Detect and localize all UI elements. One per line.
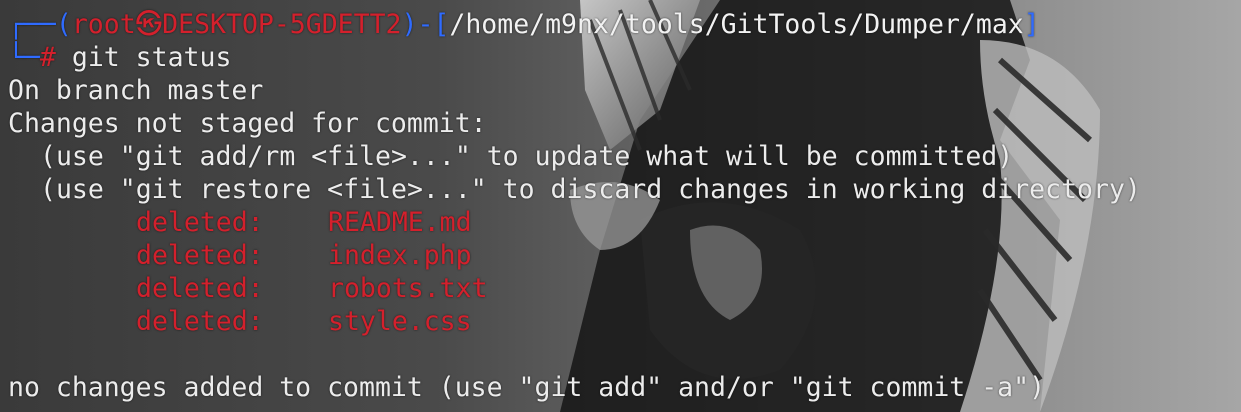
deleted-label: deleted: bbox=[136, 273, 264, 304]
hint-line-1: (use "git add/rm <file>..." to update wh… bbox=[40, 141, 1014, 172]
deleted-file-name: index.php bbox=[328, 240, 472, 271]
prompt-open-paren: ( bbox=[55, 9, 72, 40]
terminal-window[interactable]: ┌──(root㉿DESKTOP-5GDETT2)-[/home/m9nx/to… bbox=[0, 0, 1241, 412]
deleted-label: deleted: bbox=[136, 207, 264, 238]
deleted-file-name: style.css bbox=[328, 306, 472, 337]
hint-line-2: (use "git restore <file>..." to discard … bbox=[40, 174, 1141, 205]
deleted-file-name: robots.txt bbox=[328, 273, 488, 304]
terminal-output: ┌──(root㉿DESKTOP-5GDETT2)-[/home/m9nx/to… bbox=[8, 8, 1233, 404]
prompt-close-paren: )-[ bbox=[401, 9, 450, 40]
prompt-hash: # bbox=[39, 42, 56, 73]
prompt-user: root bbox=[71, 9, 136, 40]
command-line[interactable]: └─# git status bbox=[8, 41, 1233, 74]
deleted-file-row: deleted: style.css bbox=[8, 305, 1233, 338]
branch-line: On branch master bbox=[8, 75, 264, 106]
prompt-close-bracket: ] bbox=[1023, 9, 1040, 40]
prompt-host: DESKTOP-5GDETT2 bbox=[162, 9, 402, 40]
deleted-file-row: deleted: index.php bbox=[8, 239, 1233, 272]
deleted-file-row: deleted: README.md bbox=[8, 206, 1233, 239]
deleted-file-name: README.md bbox=[328, 207, 472, 238]
prompt-host-symbol: ㉿ bbox=[135, 9, 163, 40]
deleted-label: deleted: bbox=[136, 306, 264, 337]
prompt-path: /home/m9nx/tools/GitTools/Dumper/max bbox=[449, 9, 1024, 40]
prompt-corner-bottom: └─ bbox=[8, 42, 40, 73]
deleted-file-row: deleted: robots.txt bbox=[8, 272, 1233, 305]
footer-line: no changes added to commit (use "git add… bbox=[8, 372, 1046, 403]
command-text: git status bbox=[71, 42, 232, 73]
prompt-corner-top: ┌── bbox=[8, 9, 56, 40]
changes-header: Changes not staged for commit: bbox=[8, 108, 487, 139]
deleted-label: deleted: bbox=[136, 240, 264, 271]
prompt-line: ┌──(root㉿DESKTOP-5GDETT2)-[/home/m9nx/to… bbox=[8, 8, 1233, 41]
